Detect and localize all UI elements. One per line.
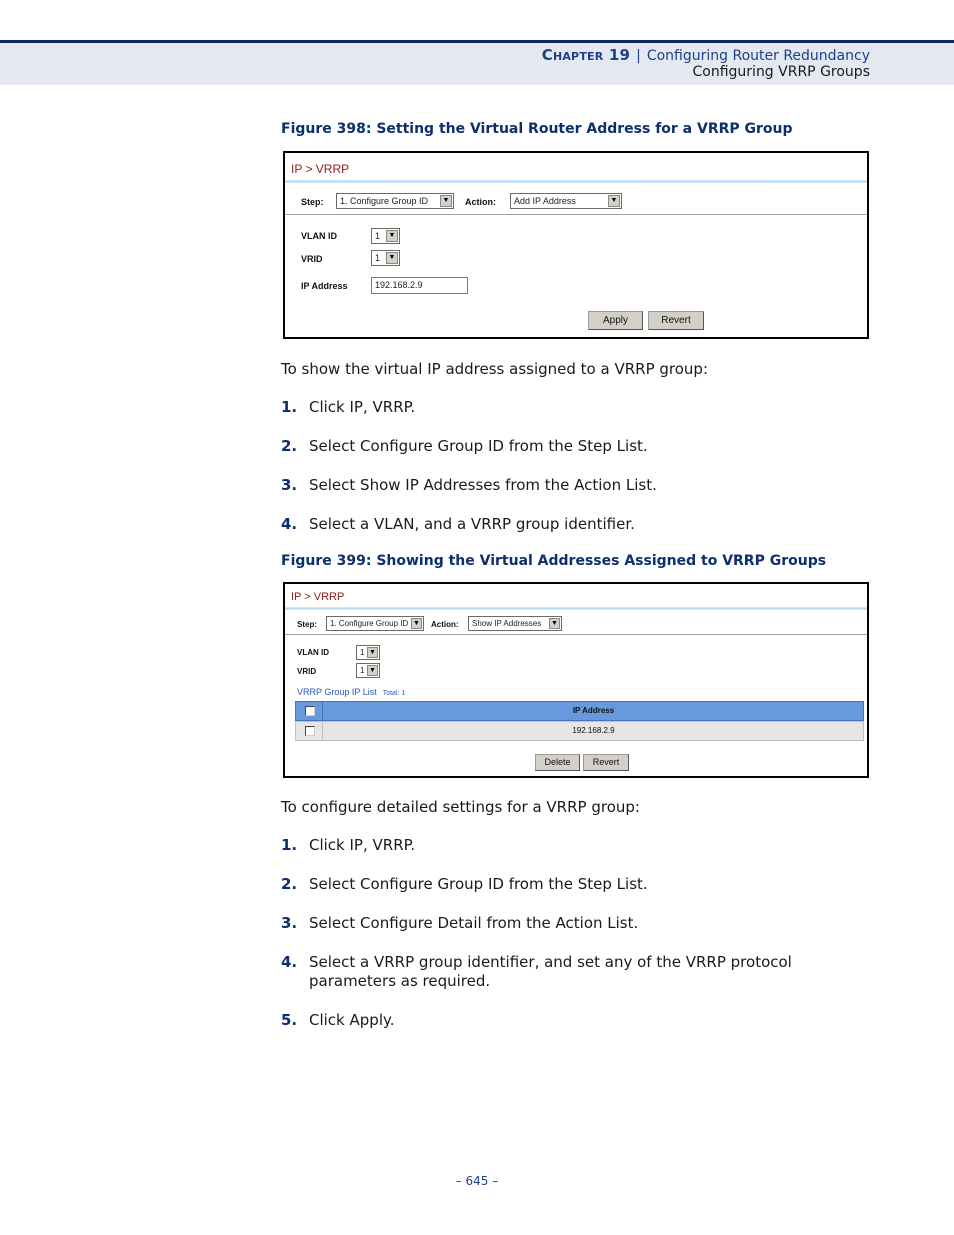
chevron-down-icon[interactable]: ▼ [386, 230, 398, 242]
chevron-down-icon[interactable]: ▼ [411, 618, 422, 629]
list-item: 5. Click Apply. [281, 1011, 849, 1030]
breadcrumb: IP > VRRP [291, 591, 345, 603]
step-text: Select Configure Group ID from the Step … [309, 875, 648, 893]
step-select[interactable]: 1. Configure Group ID ▼ [326, 616, 424, 631]
step-text: Select a VRRP group identifier, and set … [309, 953, 792, 990]
ip-address-label: IP Address [301, 281, 348, 291]
chevron-down-icon[interactable]: ▼ [549, 618, 560, 629]
step-number: 4. [281, 953, 298, 971]
step-number: 1. [281, 836, 298, 854]
step-select-value: 1. Configure Group ID [340, 196, 429, 206]
action-label: Action: [431, 620, 459, 629]
section-title: Configuring VRRP Groups [692, 64, 871, 80]
chapter-title: Configuring Router Redundancy [646, 48, 870, 64]
list-item: 1. Click IP, VRRP. [281, 836, 849, 855]
action-select[interactable]: Show IP Addresses ▼ [468, 616, 562, 631]
step-text: Click Apply. [309, 1011, 395, 1029]
step-text: Select Configure Group ID from the Step … [309, 437, 648, 455]
chevron-down-icon[interactable]: ▼ [367, 665, 378, 676]
vrid-label: VRID [297, 667, 317, 676]
chevron-down-icon[interactable]: ▼ [367, 647, 378, 658]
step-text: Select Show IP Addresses from the Action… [309, 476, 657, 494]
revert-button[interactable]: Revert [583, 754, 629, 771]
section-divider [285, 634, 867, 635]
action-select[interactable]: Add IP Address ▼ [510, 193, 622, 209]
step-label: Step: [297, 620, 317, 629]
select-all-cell [296, 702, 323, 720]
list-item: 2. Select Configure Group ID from the Ste… [281, 437, 849, 456]
cell-ip-address: 192.168.2.9 [572, 726, 615, 735]
running-header: Chapter 19 | Configuring Router Redundancy [542, 46, 870, 64]
step-number: 4. [281, 515, 298, 533]
table-row: 192.168.2.9 [295, 721, 864, 741]
step-text: Click IP, VRRP. [309, 836, 416, 854]
step-number: 5. [281, 1011, 298, 1029]
step-number: 2. [281, 875, 298, 893]
list-title: VRRP Group IP List Total: 1 [297, 687, 405, 697]
row-select-cell [296, 722, 323, 740]
figure-399-screenshot: IP > VRRP Step: 1. Configure Group ID ▼ … [283, 582, 869, 778]
vrid-label: VRID [301, 254, 323, 264]
vrid-value: 1 [360, 666, 365, 675]
step-text: Select Configure Detail from the Action … [309, 914, 639, 932]
action-label: Action: [465, 197, 496, 207]
step-text: Click IP, VRRP. [309, 398, 416, 416]
vlan-id-value: 1 [360, 648, 365, 657]
breadcrumb: IP > VRRP [291, 162, 350, 176]
vlan-id-label: VLAN ID [301, 231, 337, 241]
figure-398-caption: Figure 398: Setting the Virtual Router A… [281, 121, 793, 137]
action-select-value: Show IP Addresses [472, 619, 542, 628]
apply-button[interactable]: Apply [588, 311, 643, 330]
list-title-text: VRRP Group IP List [297, 687, 377, 697]
chevron-down-icon[interactable]: ▼ [440, 195, 452, 207]
list-item: 1. Click IP, VRRP. [281, 398, 849, 417]
vrid-select[interactable]: 1 ▼ [356, 663, 380, 678]
action-select-value: Add IP Address [514, 196, 576, 206]
select-all-checkbox[interactable] [305, 706, 315, 716]
list-item: 3. Select Show IP Addresses from the Acti… [281, 476, 849, 495]
header-separator: | [636, 48, 641, 64]
list-item: 4. Select a VLAN, and a VRRP group identi… [281, 515, 849, 534]
chevron-down-icon[interactable]: ▼ [386, 252, 398, 264]
delete-button[interactable]: Delete [535, 754, 580, 771]
chapter-label: Chapter 19 [541, 46, 631, 64]
step-select[interactable]: 1. Configure Group ID ▼ [336, 193, 454, 209]
section-divider [285, 214, 867, 215]
page-number: – 645 – [455, 1174, 499, 1188]
vlan-id-select[interactable]: 1 ▼ [356, 645, 380, 660]
figure-398-screenshot: IP > VRRP Step: 1. Configure Group ID ▼ … [283, 151, 869, 339]
vlan-id-value: 1 [375, 231, 381, 241]
revert-button[interactable]: Revert [648, 311, 704, 330]
step-select-value: 1. Configure Group ID [330, 619, 409, 628]
vrid-select[interactable]: 1 ▼ [371, 250, 400, 266]
list-item: 4. Select a VRRP group identifier, and se… [281, 953, 849, 991]
vlan-id-label: VLAN ID [297, 648, 329, 657]
vlan-id-select[interactable]: 1 ▼ [371, 228, 400, 244]
step-number: 1. [281, 398, 298, 416]
section-1-intro: To show the virtual IP address assigned … [281, 360, 709, 378]
list-item: 3. Select Configure Detail from the Actio… [281, 914, 849, 933]
step-number: 2. [281, 437, 298, 455]
list-item: 2. Select Configure Group ID from the Ste… [281, 875, 849, 894]
list-total: Total: 1 [382, 690, 406, 697]
ip-address-input[interactable]: 192.168.2.9 [371, 277, 468, 294]
step-number: 3. [281, 914, 298, 932]
row-checkbox[interactable] [305, 726, 315, 736]
step-label: Step: [301, 197, 324, 207]
table-header-row: IP Address [295, 701, 864, 721]
title-divider [285, 180, 867, 183]
title-divider [285, 607, 867, 610]
step-number: 3. [281, 476, 298, 494]
figure-399-caption: Figure 399: Showing the Virtual Addresse… [281, 553, 827, 569]
chevron-down-icon[interactable]: ▼ [608, 195, 620, 207]
step-text: Select a VLAN, and a VRRP group identifi… [309, 515, 635, 533]
vrid-value: 1 [375, 253, 381, 263]
column-header-ip-address[interactable]: IP Address [324, 702, 863, 720]
section-2-intro: To configure detailed settings for a VRR… [281, 798, 640, 816]
